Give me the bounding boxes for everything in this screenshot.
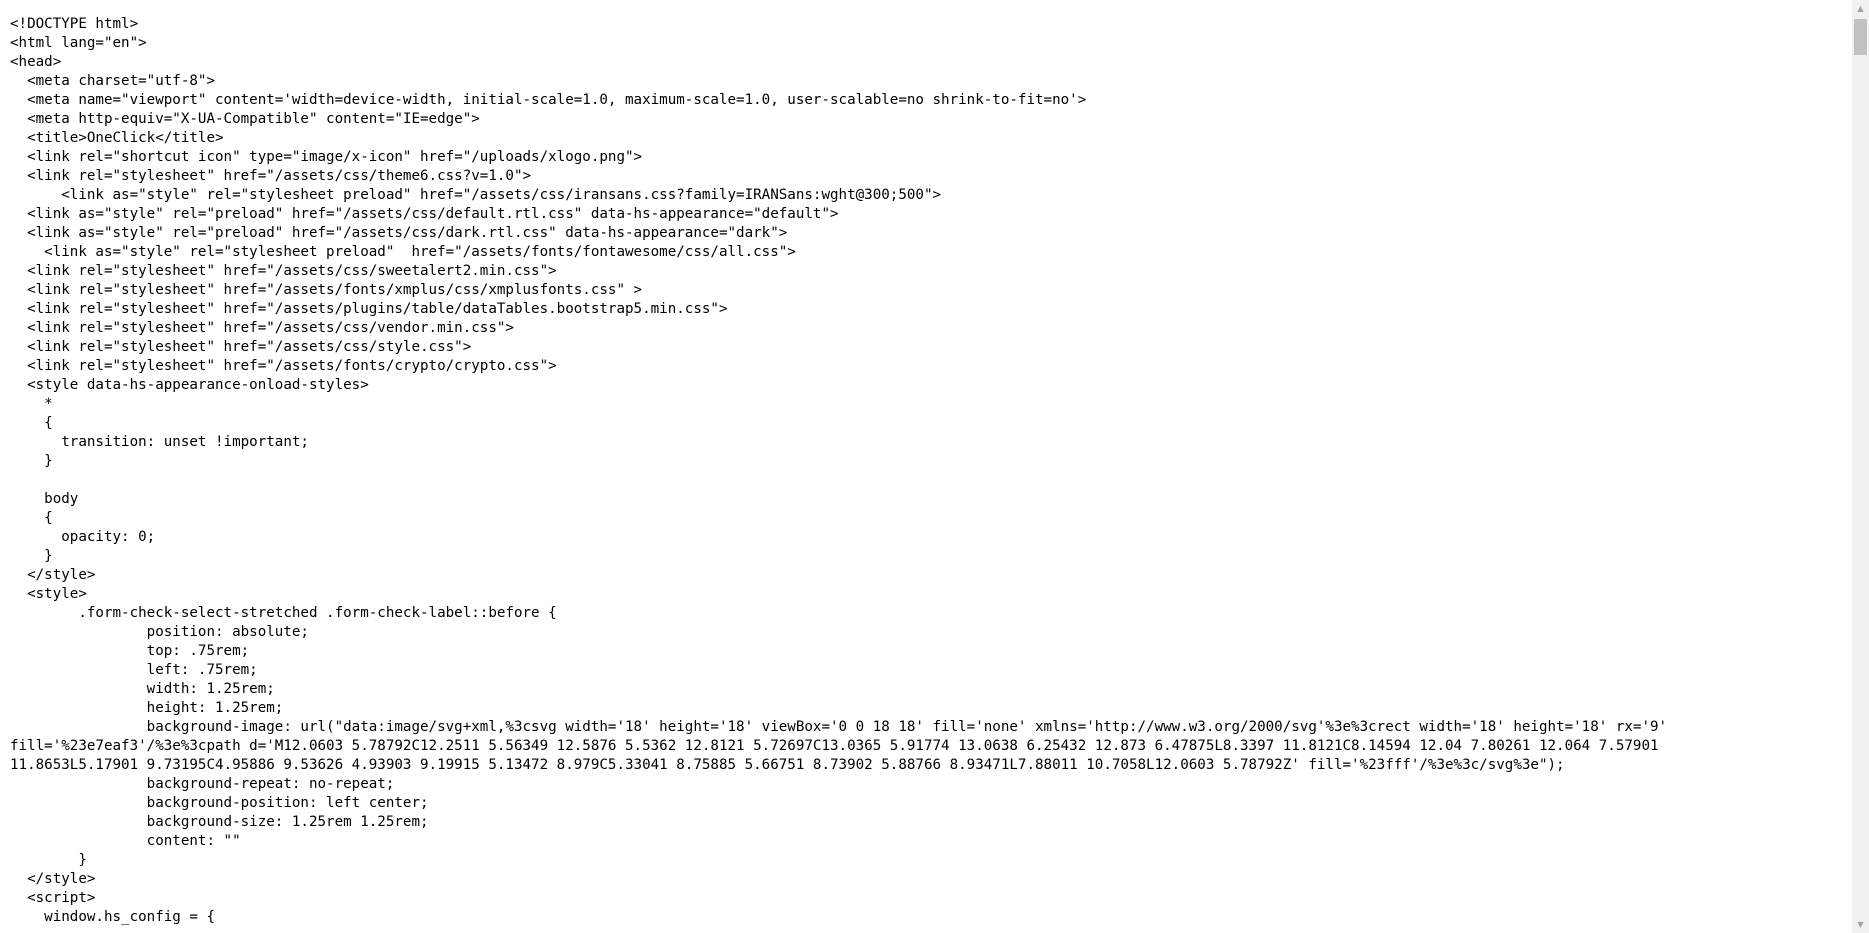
code-line: <link rel="stylesheet" href="/assets/css… [10, 339, 472, 355]
code-line: <link as="style" rel="stylesheet preload… [10, 244, 796, 260]
code-line: <meta name="viewport" content='width=dev… [10, 92, 1087, 108]
code-line: background-size: 1.25rem 1.25rem; [10, 814, 429, 830]
code-line: window.hs_config = { [10, 909, 215, 925]
code-line: <link as="style" rel="preload" href="/as… [10, 225, 788, 241]
code-line: <link rel="stylesheet" href="/assets/css… [10, 263, 557, 279]
code-line: <!DOCTYPE html> [10, 16, 139, 32]
code-line: <script> [10, 890, 96, 906]
code-line: <link rel="stylesheet" href="/assets/fon… [10, 358, 557, 374]
code-line: content: "" [10, 833, 241, 849]
code-line: left: .75rem; [10, 662, 258, 678]
code-line: top: .75rem; [10, 643, 250, 659]
code-line: <style data-hs-appearance-onload-styles> [10, 377, 369, 393]
code-line: <meta http-equiv="X-UA-Compatible" conte… [10, 111, 480, 127]
code-line: <link rel="shortcut icon" type="image/x-… [10, 149, 643, 165]
code-line: <link rel="stylesheet" href="/assets/css… [10, 168, 532, 184]
source-code: <!DOCTYPE html> <html lang="en"> <head> <m… [10, 15, 1845, 927]
code-line: <link rel="stylesheet" href="/assets/css… [10, 320, 514, 336]
code-line: background-position: left center; [10, 795, 429, 811]
code-line: { [10, 510, 53, 526]
code-line: </style> [10, 871, 96, 887]
code-line: </style> [10, 567, 96, 583]
code-line: <link rel="stylesheet" href="/assets/fon… [10, 282, 643, 298]
code-line: .form-check-select-stretched .form-check… [10, 605, 557, 621]
code-line: opacity: 0; [10, 529, 156, 545]
scrollbar-thumb[interactable] [1854, 19, 1867, 55]
code-line: } [10, 548, 53, 564]
code-line: transition: unset !important; [10, 434, 309, 450]
code-line: <link rel="stylesheet" href="/assets/plu… [10, 301, 728, 317]
code-line: <link as="style" rel="preload" href="/as… [10, 206, 839, 222]
code-line: body [10, 491, 79, 507]
code-line: background-repeat: no-repeat; [10, 776, 395, 792]
code-line: } [10, 453, 53, 469]
source-viewer: <!DOCTYPE html> <html lang="en"> <head> <m… [0, 0, 1869, 933]
code-line: * [10, 396, 53, 412]
vertical-scrollbar[interactable]: ▲ ▼ [1852, 0, 1869, 933]
code-line: <style> [10, 586, 87, 602]
code-line: position: absolute; [10, 624, 309, 640]
code-line: <title>OneClick</title> [10, 130, 224, 146]
scroll-down-icon[interactable]: ▼ [1852, 916, 1869, 933]
code-line: 11.8653L5.17901 9.73195C4.95886 9.53626 … [10, 757, 1565, 773]
code-line: fill='%23e7eaf3'/%3e%3cpath d='M12.0603 … [10, 738, 1659, 754]
code-line: <link as="style" rel="stylesheet preload… [10, 187, 942, 203]
scroll-up-icon[interactable]: ▲ [1852, 0, 1869, 17]
code-line: <meta charset="utf-8"> [10, 73, 215, 89]
code-line: <head> [10, 54, 62, 70]
code-line: { [10, 415, 53, 431]
code-line: width: 1.25rem; [10, 681, 275, 697]
code-line: } [10, 852, 87, 868]
code-line: background-image: url("data:image/svg+xm… [10, 719, 1668, 735]
code-line: height: 1.25rem; [10, 700, 284, 716]
code-line: <html lang="en"> [10, 35, 147, 51]
